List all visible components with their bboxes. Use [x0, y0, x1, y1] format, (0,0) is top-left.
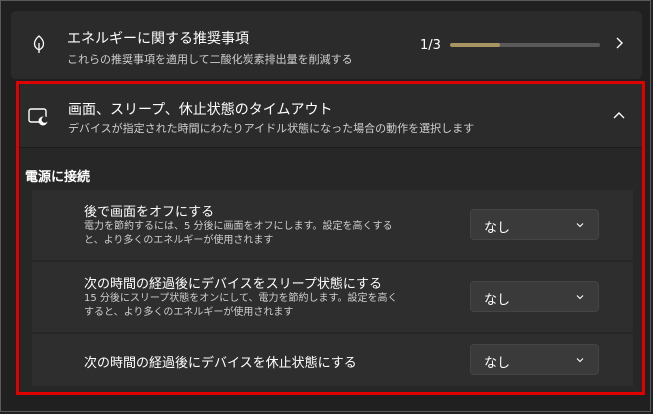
highlight-box: [16, 81, 645, 395]
energy-description: これらの推奨事項を適用して二酸化炭素排出量を削減する: [67, 53, 353, 66]
chevron-right-icon[interactable]: [611, 35, 627, 51]
energy-progress-bar: [450, 43, 600, 47]
energy-recommendations-card[interactable]: エネルギーに関する推奨事項 これらの推奨事項を適用して二酸化炭素排出量を削減する…: [11, 11, 642, 79]
leaf-icon: [33, 35, 45, 53]
energy-progress-fill: [450, 43, 500, 47]
energy-count: 1/3: [420, 38, 441, 53]
energy-title: エネルギーに関する推奨事項: [67, 31, 249, 47]
